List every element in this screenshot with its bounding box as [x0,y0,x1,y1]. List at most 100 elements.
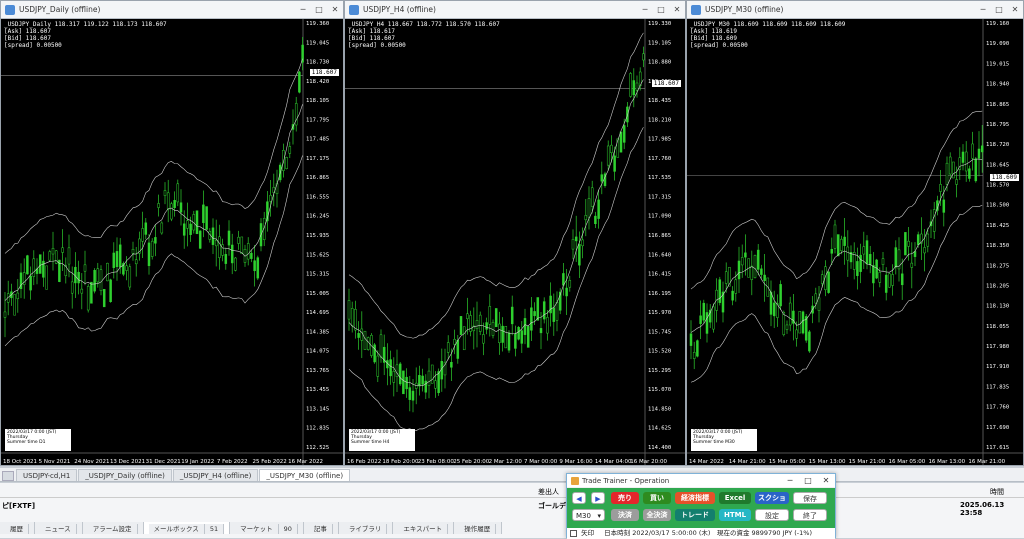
candle-body [163,190,167,196]
chart-area[interactable]: 119.360 119.045 118.730 118.420 118.105 117.7… [1,19,343,465]
close-icon[interactable]: ✕ [327,5,343,14]
excel-button[interactable]: Excel [719,492,751,504]
indicators-button[interactable]: 経済指標 [675,492,715,504]
timeframe-select[interactable]: M30 ▾ [572,509,605,521]
tab-usdjpy-daily[interactable]: _USDJPY_Daily (offline) [78,469,172,481]
maximize-icon[interactable]: □ [799,476,817,485]
maximize-icon[interactable]: □ [991,5,1007,14]
exit-button[interactable]: 終了 [793,509,827,521]
middle-band-line [690,158,983,333]
price-tick-label: 114.850 [648,406,671,412]
sell-button[interactable]: 売り [611,492,639,504]
price-tick-label: 118.275 [986,263,1009,269]
price-tick-label: 118.570 [986,183,1009,189]
chart-area[interactable]: 119.330119.105118.880118.660118.435118.2… [345,19,685,465]
candle-body [211,227,215,245]
toolbox-tab[interactable]: アラーム設定 [82,522,144,534]
toolbox-tab[interactable]: ライブラリ [338,522,394,534]
candlestick-chart[interactable]: 119.160 119.090 119.015 118.940 118.865 118.7… [687,19,1023,465]
minimize-icon[interactable]: ─ [637,5,653,14]
toolbox-tab[interactable]: 記事 [303,522,339,534]
close-icon[interactable]: ✕ [669,5,685,14]
candle-body [584,215,588,221]
toolbox-tab[interactable]: 操作履歴 [454,522,503,534]
trade-trainer-dialog[interactable]: Trade Trainer - Operation ─ □ ✕ ◀ ▶ 売り 買… [566,473,836,539]
candle-body [125,265,128,271]
candlestick-chart[interactable]: 119.360 119.045 118.730 118.420 118.105 117.7… [1,19,343,465]
candle-body [718,279,722,303]
candle-body [597,199,600,219]
column-sender[interactable]: 差出人 [538,487,559,497]
minimize-icon[interactable]: ─ [781,476,799,485]
candlestick-chart[interactable]: 119.330119.105118.880118.660118.435118.2… [345,19,685,465]
price-tick-label: 114.385 [306,329,329,335]
trade-button[interactable]: トレード [675,509,715,521]
mail-row[interactable]: ピ[FXTF] ゴールデンウェイジャパン 2025.06.13 23:58 [0,500,1024,517]
price-tick-label: 118.105 [306,98,329,104]
chart-window-m30[interactable]: USDJPY_M30 (offline) ─ □ ✕ 119.160 119.09… [686,0,1024,466]
chevron-right-icon[interactable]: ▶ [591,492,605,504]
price-tick-label: 116.195 [648,291,671,297]
tab-usdjpy-m30[interactable]: _USDJPY_M30 (offline) [259,469,351,481]
toolbar-icon[interactable] [2,471,14,481]
tab-badge: 51 [204,524,225,534]
window-title-bar[interactable]: USDJPY_M30 (offline) ─ □ ✕ [687,1,1023,19]
price-tick-label: 118.730 [306,60,329,66]
toolbox-tab-label: マーケット [235,524,279,534]
candle-body [240,236,244,254]
time-panel: 2022/03/17 0:00 (JST) Thursday Summer time… [349,429,415,451]
candle-body [347,300,351,320]
candle-body [230,244,234,264]
toolbox-tab[interactable]: マーケット 90 [230,522,304,534]
toolbox-tab[interactable]: エキスパート [393,522,455,534]
close-icon[interactable]: ✕ [1007,5,1023,14]
tab-usdjpy-cd-h1[interactable]: USDJPY-cd,H1 [16,469,78,481]
time-tick-label: 14 Mar 2022 [689,459,724,465]
minimize-icon[interactable]: ─ [975,5,991,14]
column-time[interactable]: 時間 [990,487,1004,497]
price-tick-label: 114.400 [648,445,671,451]
arrow-checkbox[interactable] [570,529,577,537]
candle-body [632,80,636,96]
candle-body [285,157,288,169]
candle-body [86,286,90,311]
buy-button[interactable]: 買い [643,492,671,504]
price-tick-label: 117.615 [986,445,1009,451]
settle-button[interactable]: 決済 [611,509,639,521]
candle-body [147,242,151,267]
maximize-icon[interactable]: □ [311,5,327,14]
save-button[interactable]: 保存 [793,492,827,504]
candle-body [475,320,479,329]
dialog-title-bar[interactable]: Trade Trainer - Operation ─ □ ✕ [567,474,835,487]
close-icon[interactable]: ✕ [817,476,835,485]
price-tick-label: 119.105 [648,40,671,46]
price-tick-label: 118.720 [986,142,1009,148]
screenshot-button[interactable]: スクショ [755,492,789,504]
chart-area[interactable]: 119.160 119.090 119.015 118.940 118.865 118.7… [687,19,1023,465]
price-tick-label: 115.970 [648,310,671,316]
candle-body [360,328,364,341]
app-icon [571,476,579,485]
maximize-icon[interactable]: □ [653,5,669,14]
toolbox-tab[interactable]: 履歴 [0,522,35,534]
chart-window-daily[interactable]: USDJPY_Daily (offline) ─ □ ✕ 119.360 119.… [0,0,344,466]
settle-all-button[interactable]: 全決済 [643,509,671,521]
window-title-bar[interactable]: USDJPY_Daily (offline) ─ □ ✕ [1,1,343,19]
candle-body [910,262,914,268]
html-button[interactable]: HTML [719,509,751,521]
candle-body [606,145,610,166]
toolbox-tab[interactable]: ニュース [35,522,83,534]
minimize-icon[interactable]: ─ [295,5,311,14]
candle-body [29,275,32,291]
chart-window-h4[interactable]: USDJPY_H4 (offline) ─ □ ✕ 119.330 119.105… [344,0,686,466]
chevron-left-icon[interactable]: ◀ [572,492,586,504]
settings-button[interactable]: 設定 [755,509,789,521]
price-tick-label: 118.425 [986,223,1009,229]
time-tick-label: 7 Feb 2022 [217,459,248,465]
candle-body [118,244,122,268]
candle-body [856,261,859,276]
candle-body [357,333,360,338]
window-title-bar[interactable]: USDJPY_H4 (offline) ─ □ ✕ [345,1,685,19]
tab-usdjpy-h4[interactable]: _USDJPY_H4 (offline) [172,469,259,481]
toolbox-tab[interactable]: メールボックス 51 [143,522,231,534]
